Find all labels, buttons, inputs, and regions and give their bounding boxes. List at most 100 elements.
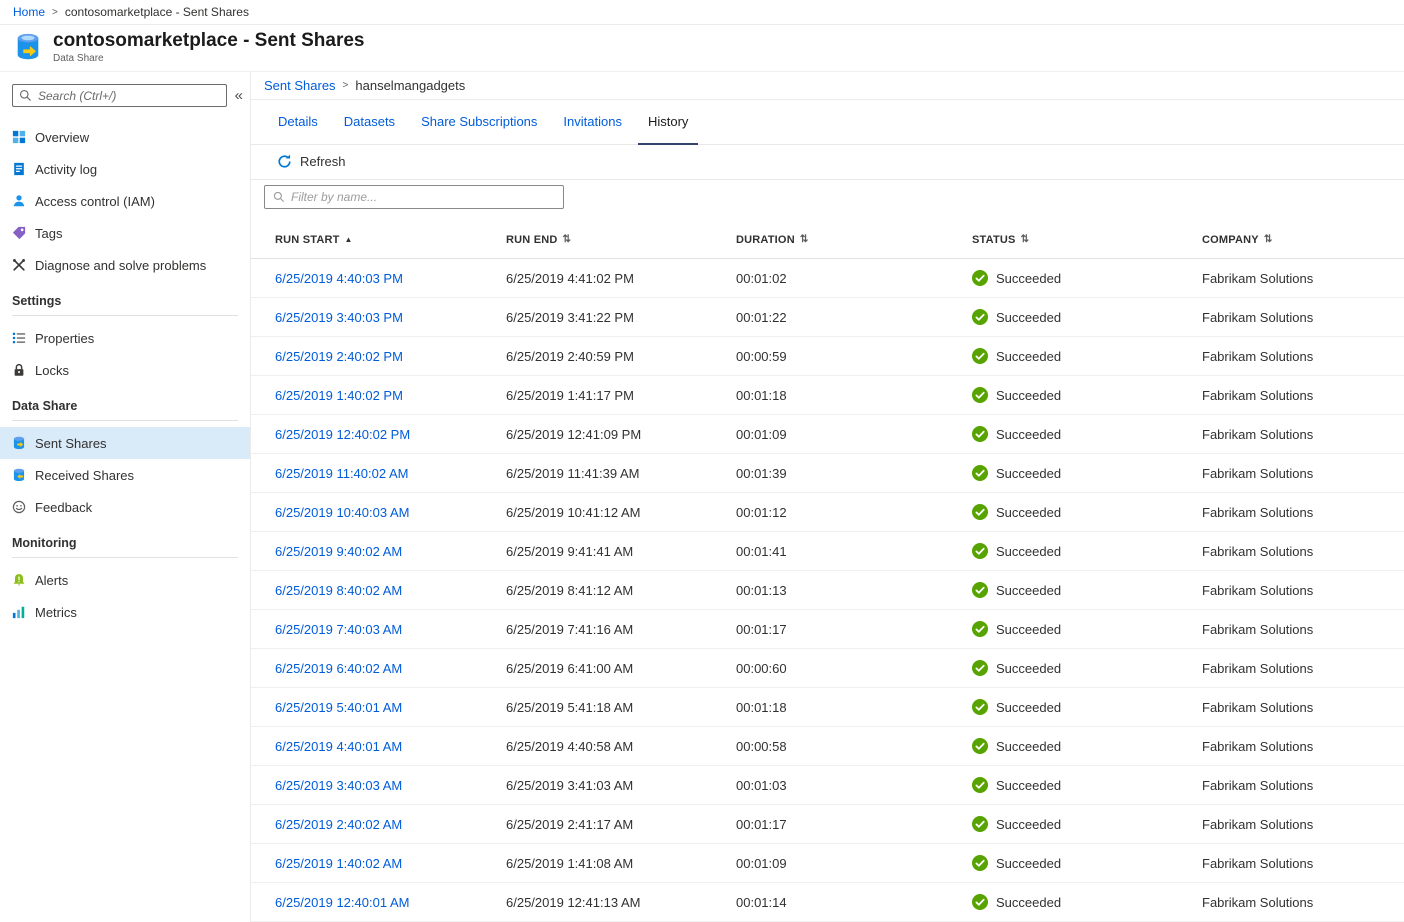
run-start-link[interactable]: 6/25/2019 2:40:02 AM <box>275 817 402 832</box>
refresh-button[interactable]: Refresh <box>277 154 346 169</box>
run-end-cell: 6/25/2019 12:41:09 PM <box>506 427 736 442</box>
table-row[interactable]: 6/25/2019 2:40:02 PM 6/25/2019 2:40:59 P… <box>251 337 1404 376</box>
run-start-cell: 6/25/2019 1:40:02 AM <box>275 856 506 871</box>
sidebar-item-label: Alerts <box>35 573 68 588</box>
tab-bar: Details Datasets Share Subscriptions Inv… <box>251 100 1404 144</box>
column-header-company[interactable]: COMPANY ⇅ <box>1202 234 1404 246</box>
sidebar-item-label: Properties <box>35 331 94 346</box>
sidebar-search-box[interactable] <box>12 84 227 107</box>
filter-by-name-input[interactable] <box>291 190 555 204</box>
sidebar-item-properties[interactable]: Properties <box>0 322 250 354</box>
table-row[interactable]: 6/25/2019 12:40:02 PM 6/25/2019 12:41:09… <box>251 415 1404 454</box>
table-row[interactable]: 6/25/2019 5:40:01 AM 6/25/2019 5:41:18 A… <box>251 688 1404 727</box>
run-start-link[interactable]: 6/25/2019 4:40:03 PM <box>275 271 403 286</box>
metrics-icon <box>12 605 26 619</box>
filter-search-icon <box>273 191 285 203</box>
sidebar-collapse-button[interactable]: « <box>233 86 245 105</box>
column-header-run-start[interactable]: RUN START ▲ <box>275 234 506 246</box>
data-share-resource-icon <box>13 32 43 62</box>
properties-icon <box>12 331 26 345</box>
table-row[interactable]: 6/25/2019 1:40:02 AM 6/25/2019 1:41:08 A… <box>251 844 1404 883</box>
tab-invitations[interactable]: Invitations <box>550 100 635 143</box>
run-end-cell: 6/25/2019 1:41:17 PM <box>506 388 736 403</box>
table-row[interactable]: 6/25/2019 4:40:03 PM 6/25/2019 4:41:02 P… <box>251 259 1404 298</box>
run-start-link[interactable]: 6/25/2019 9:40:02 AM <box>275 544 402 559</box>
run-start-link[interactable]: 6/25/2019 10:40:03 AM <box>275 505 409 520</box>
sidebar-item-tags[interactable]: Tags <box>0 217 250 249</box>
table-row[interactable]: 6/25/2019 1:40:02 PM 6/25/2019 1:41:17 P… <box>251 376 1404 415</box>
tab-share-subscriptions[interactable]: Share Subscriptions <box>408 100 550 143</box>
column-header-duration[interactable]: DURATION ⇅ <box>736 234 972 246</box>
table-row[interactable]: 6/25/2019 11:40:02 AM 6/25/2019 11:41:39… <box>251 454 1404 493</box>
run-start-link[interactable]: 6/25/2019 3:40:03 AM <box>275 778 402 793</box>
run-start-link[interactable]: 6/25/2019 7:40:03 AM <box>275 622 402 637</box>
status-cell: Succeeded <box>972 699 1202 715</box>
table-row[interactable]: 6/25/2019 3:40:03 AM 6/25/2019 3:41:03 A… <box>251 766 1404 805</box>
sidebar-item-diagnose[interactable]: Diagnose and solve problems <box>0 249 250 281</box>
column-header-status[interactable]: STATUS ⇅ <box>972 234 1202 246</box>
status-text: Succeeded <box>996 427 1061 442</box>
search-icon <box>19 89 32 102</box>
sidebar-item-received-shares[interactable]: Received Shares <box>0 459 250 491</box>
sidebar-item-overview[interactable]: Overview <box>0 121 250 153</box>
company-cell: Fabrikam Solutions <box>1202 817 1404 832</box>
run-start-link[interactable]: 6/25/2019 2:40:02 PM <box>275 349 403 364</box>
run-start-cell: 6/25/2019 4:40:03 PM <box>275 271 506 286</box>
company-cell: Fabrikam Solutions <box>1202 700 1404 715</box>
sidebar-item-label: Activity log <box>35 162 97 177</box>
run-start-link[interactable]: 6/25/2019 4:40:01 AM <box>275 739 402 754</box>
sidebar-item-activity-log[interactable]: Activity log <box>0 153 250 185</box>
table-row[interactable]: 6/25/2019 4:40:01 AM 6/25/2019 4:40:58 A… <box>251 727 1404 766</box>
search-input[interactable] <box>38 89 220 103</box>
table-row[interactable]: 6/25/2019 6:40:02 AM 6/25/2019 6:41:00 A… <box>251 649 1404 688</box>
sidebar-item-feedback[interactable]: Feedback <box>0 491 250 523</box>
sidebar-item-access-control[interactable]: Access control (IAM) <box>0 185 250 217</box>
history-table-header: RUN START ▲ RUN END ⇅ DURATION ⇅ STATUS … <box>251 222 1404 259</box>
table-row[interactable]: 6/25/2019 7:40:03 AM 6/25/2019 7:41:16 A… <box>251 610 1404 649</box>
run-start-link[interactable]: 6/25/2019 1:40:02 PM <box>275 388 403 403</box>
run-end-cell: 6/25/2019 4:40:58 AM <box>506 739 736 754</box>
breadcrumb-home-link[interactable]: Home <box>13 5 45 19</box>
breadcrumb-separator: > <box>343 80 349 91</box>
overview-icon <box>12 130 26 144</box>
status-cell: Succeeded <box>972 426 1202 442</box>
succeeded-check-icon <box>972 582 988 598</box>
status-cell: Succeeded <box>972 465 1202 481</box>
run-start-link[interactable]: 6/25/2019 12:40:01 AM <box>275 895 409 910</box>
table-row[interactable]: 6/25/2019 9:40:02 AM 6/25/2019 9:41:41 A… <box>251 532 1404 571</box>
run-start-link[interactable]: 6/25/2019 5:40:01 AM <box>275 700 402 715</box>
sidebar-item-alerts[interactable]: Alerts <box>0 564 250 596</box>
sidebar-item-locks[interactable]: Locks <box>0 354 250 386</box>
tab-datasets[interactable]: Datasets <box>331 100 408 143</box>
breadcrumb-share-name: hanselmangadgets <box>355 78 465 93</box>
run-start-link[interactable]: 6/25/2019 12:40:02 PM <box>275 427 410 442</box>
table-row[interactable]: 6/25/2019 2:40:02 AM 6/25/2019 2:41:17 A… <box>251 805 1404 844</box>
run-start-link[interactable]: 6/25/2019 3:40:03 PM <box>275 310 403 325</box>
tab-details[interactable]: Details <box>265 100 331 143</box>
duration-cell: 00:01:09 <box>736 427 972 442</box>
succeeded-check-icon <box>972 348 988 364</box>
succeeded-check-icon <box>972 387 988 403</box>
table-row[interactable]: 6/25/2019 8:40:02 AM 6/25/2019 8:41:12 A… <box>251 571 1404 610</box>
table-row[interactable]: 6/25/2019 10:40:03 AM 6/25/2019 10:41:12… <box>251 493 1404 532</box>
tab-history[interactable]: History <box>635 100 701 143</box>
sidebar-item-metrics[interactable]: Metrics <box>0 596 250 628</box>
run-start-link[interactable]: 6/25/2019 1:40:02 AM <box>275 856 402 871</box>
run-end-cell: 6/25/2019 8:41:12 AM <box>506 583 736 598</box>
column-header-run-end[interactable]: RUN END ⇅ <box>506 234 736 246</box>
run-start-link[interactable]: 6/25/2019 11:40:02 AM <box>275 466 408 481</box>
sort-icon: ⇅ <box>563 235 572 245</box>
breadcrumb-sent-shares-link[interactable]: Sent Shares <box>264 78 336 93</box>
sidebar-item-sent-shares[interactable]: Sent Shares <box>0 427 250 459</box>
run-start-link[interactable]: 6/25/2019 8:40:02 AM <box>275 583 402 598</box>
table-row[interactable]: 6/25/2019 12:40:01 AM 6/25/2019 12:41:13… <box>251 883 1404 922</box>
page-title: contosomarketplace - Sent Shares <box>53 30 365 52</box>
table-row[interactable]: 6/25/2019 3:40:03 PM 6/25/2019 3:41:22 P… <box>251 298 1404 337</box>
company-cell: Fabrikam Solutions <box>1202 310 1404 325</box>
run-end-cell: 6/25/2019 10:41:12 AM <box>506 505 736 520</box>
status-cell: Succeeded <box>972 270 1202 286</box>
refresh-icon <box>277 154 292 169</box>
page-subtitle: Data Share <box>53 53 365 64</box>
run-start-link[interactable]: 6/25/2019 6:40:02 AM <box>275 661 402 676</box>
filter-box[interactable] <box>264 185 564 209</box>
